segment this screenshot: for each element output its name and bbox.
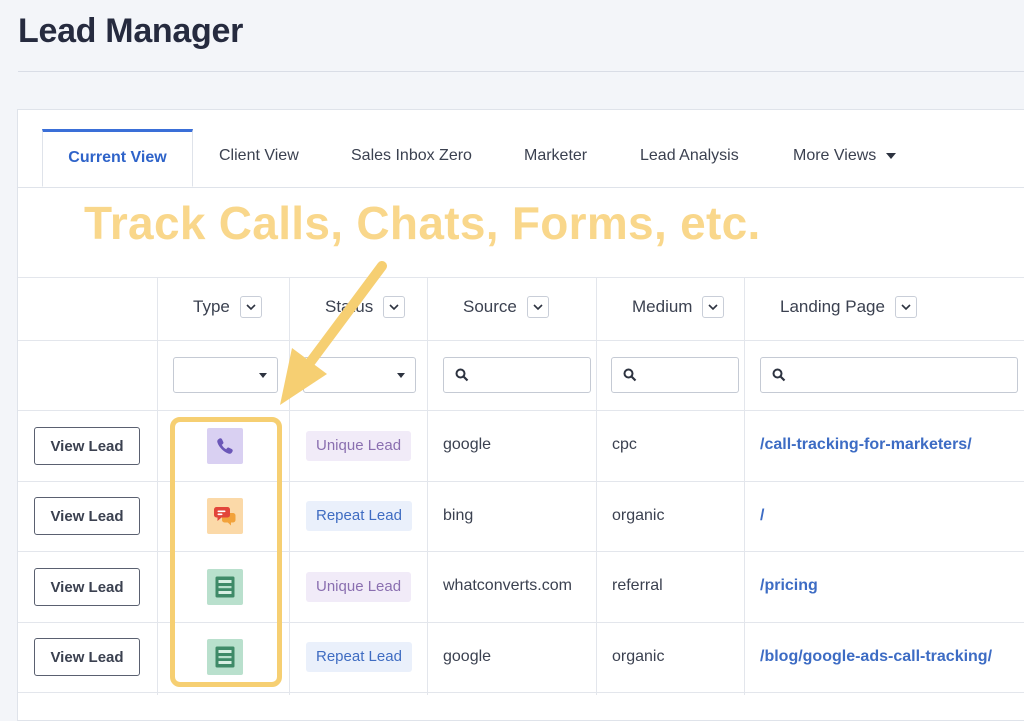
tab-label: Sales Inbox Zero <box>351 147 472 164</box>
medium-cell: referral <box>612 577 663 594</box>
status-filter-select[interactable] <box>303 357 416 393</box>
column-header-source: Source <box>463 296 549 318</box>
form-icon <box>207 569 243 605</box>
tab-label: Marketer <box>524 147 588 164</box>
view-lead-button[interactable]: View Lead <box>34 497 140 535</box>
source-cell: google <box>443 648 492 665</box>
caret-down-icon <box>886 152 897 159</box>
status-badge: Repeat Lead <box>306 642 412 672</box>
landing-page-link[interactable]: /blog/google-ads-call-tracking/ <box>760 648 992 666</box>
source-cell: google <box>443 436 492 453</box>
chat-icon <box>207 498 243 534</box>
medium-cell: cpc <box>612 436 637 453</box>
medium-cell: organic <box>612 648 665 665</box>
page-title: Lead Manager <box>18 12 244 50</box>
search-icon <box>455 368 469 382</box>
form-icon <box>207 639 243 675</box>
tab-client-view[interactable]: Client View <box>219 130 299 187</box>
column-label: Type <box>193 297 230 316</box>
chevron-down-icon[interactable] <box>702 296 725 318</box>
source-cell: bing <box>443 507 474 524</box>
landing-page-link[interactable]: /pricing <box>760 577 818 595</box>
column-label: Medium <box>632 297 693 316</box>
column-label: Status <box>325 297 374 316</box>
status-badge: Unique Lead <box>306 572 412 602</box>
tab-sales-inbox-zero[interactable]: Sales Inbox Zero <box>351 130 472 187</box>
chevron-down-icon[interactable] <box>526 296 549 318</box>
caret-down-icon <box>397 373 405 378</box>
source-search-field[interactable] <box>476 364 586 388</box>
tab-label: More Views <box>793 147 877 164</box>
view-lead-button[interactable]: View Lead <box>34 638 140 676</box>
tab-current-view[interactable]: Current View <box>42 129 193 187</box>
phone-icon <box>207 428 243 464</box>
landing-page-search-field[interactable] <box>793 364 1013 388</box>
landing-page-link[interactable]: /call-tracking-for-marketers/ <box>760 436 972 454</box>
column-header-medium: Medium <box>632 296 725 318</box>
search-icon <box>623 368 637 382</box>
search-icon <box>772 368 786 382</box>
tab-marketer[interactable]: Marketer <box>524 130 587 187</box>
column-header-type: Type <box>193 296 262 318</box>
chevron-down-icon[interactable] <box>383 296 406 318</box>
landing-page-filter-input[interactable] <box>760 357 1018 393</box>
view-lead-button[interactable]: View Lead <box>34 427 140 465</box>
view-tabs: Current View Client View Sales Inbox Zer… <box>18 110 1024 188</box>
tab-label: Client View <box>219 147 299 164</box>
chevron-down-icon[interactable] <box>239 296 262 318</box>
callout-text: Track Calls, Chats, Forms, etc. <box>84 197 761 249</box>
medium-filter-input[interactable] <box>611 357 739 393</box>
status-badge: Repeat Lead <box>306 501 412 531</box>
landing-page-link[interactable]: / <box>760 507 764 525</box>
column-header-status: Status <box>325 296 406 318</box>
medium-cell: organic <box>612 507 665 524</box>
column-label: Landing Page <box>780 297 885 316</box>
type-filter-select[interactable] <box>173 357 278 393</box>
medium-search-field[interactable] <box>644 364 734 388</box>
column-label: Source <box>463 297 517 316</box>
source-cell: whatconverts.com <box>443 577 572 594</box>
status-badge: Unique Lead <box>306 431 412 461</box>
tab-more-views[interactable]: More Views <box>793 130 897 187</box>
view-lead-button[interactable]: View Lead <box>34 568 140 606</box>
caret-down-icon <box>259 373 267 378</box>
title-divider <box>18 71 1024 72</box>
tab-label: Lead Analysis <box>640 147 739 164</box>
column-header-landing-page: Landing Page <box>780 296 917 318</box>
tab-label: Current View <box>68 149 167 166</box>
chevron-down-icon[interactable] <box>894 296 917 318</box>
tab-lead-analysis[interactable]: Lead Analysis <box>640 130 739 187</box>
source-filter-input[interactable] <box>443 357 591 393</box>
